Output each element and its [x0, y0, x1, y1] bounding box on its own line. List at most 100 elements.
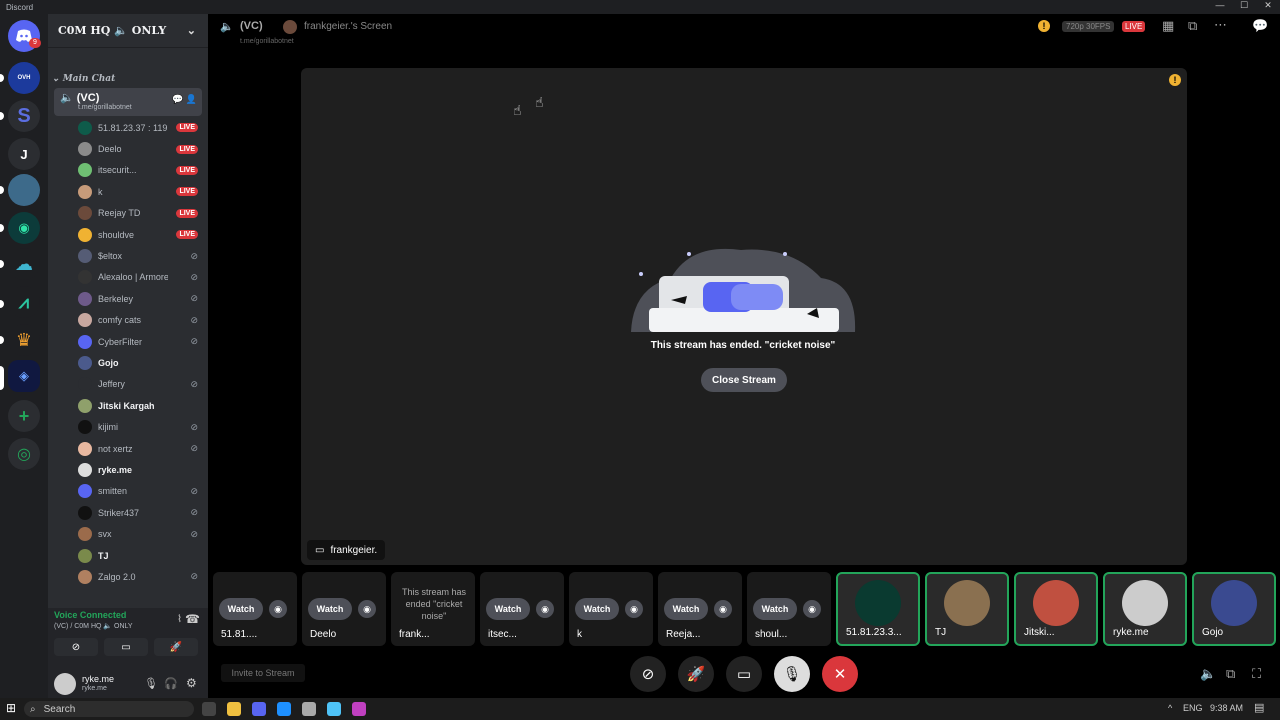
- stream-tile[interactable]: Watch ◉ 51.81....: [213, 572, 297, 646]
- voice-member[interactable]: $eltox ⊘: [48, 245, 208, 266]
- voice-member[interactable]: not xertz ⊘: [48, 438, 208, 459]
- stream-tile[interactable]: This stream has ended "cricket noise" fra…: [391, 572, 475, 646]
- popout-icon[interactable]: ⧉: [1226, 666, 1235, 682]
- start-icon[interactable]: ⊞: [6, 701, 16, 715]
- voice-member[interactable]: shouldve LIVE: [48, 224, 208, 245]
- camera-off-button[interactable]: ⊘: [54, 638, 98, 656]
- server-s-logo[interactable]: S: [8, 100, 40, 132]
- watch-button[interactable]: Watch: [219, 598, 263, 620]
- server-c0m-hq[interactable]: ◈: [8, 360, 40, 392]
- add-server-icon[interactable]: +: [8, 400, 40, 432]
- server-mask[interactable]: ◉: [8, 212, 40, 244]
- headphones-icon[interactable]: 🎧: [164, 677, 178, 690]
- preview-icon[interactable]: ◉: [358, 600, 376, 618]
- maximize-button[interactable]: ☐: [1232, 0, 1256, 11]
- mic-icon[interactable]: 🎙: [144, 677, 158, 690]
- warning-icon[interactable]: !: [1038, 20, 1050, 32]
- discover-icon[interactable]: ◎: [8, 438, 40, 470]
- preview-icon[interactable]: ◉: [269, 600, 287, 618]
- preview-icon[interactable]: ◉: [803, 600, 821, 618]
- taskbar-search[interactable]: ⌕ Search: [24, 701, 194, 717]
- grid-layout-icon[interactable]: ▦: [1162, 18, 1174, 34]
- task-view-icon[interactable]: [202, 702, 216, 716]
- notification-icon[interactable]: ▤: [1254, 701, 1264, 714]
- stream-tile[interactable]: Watch ◉ shoul...: [747, 572, 831, 646]
- clock[interactable]: 9:38 AM: [1210, 703, 1243, 713]
- voice-channel[interactable]: 🔈 (VC) t.me/gorillabotnet 💬 👤: [54, 88, 202, 116]
- voice-member[interactable]: Berkeley ⊘: [48, 288, 208, 309]
- chat-icon[interactable]: 💬 👤: [172, 94, 197, 105]
- gear-icon[interactable]: ⚙: [186, 676, 197, 690]
- chevron-up-icon[interactable]: ^: [1168, 703, 1172, 713]
- user-tile[interactable]: ryke.me: [1103, 572, 1187, 646]
- fullscreen-icon[interactable]: ⛶: [1252, 666, 1261, 682]
- activity-button[interactable]: 🚀: [154, 638, 198, 656]
- voice-member[interactable]: TJ: [48, 545, 208, 566]
- screen-share-button[interactable]: ▭: [726, 656, 762, 692]
- disconnect-icon[interactable]: ☎: [185, 612, 200, 626]
- voice-member[interactable]: ryke.me: [48, 459, 208, 480]
- server-globe[interactable]: [8, 174, 40, 206]
- voice-member[interactable]: 51.81.23.37 : 119... LIVE: [48, 117, 208, 138]
- voice-member[interactable]: CyberFilter ⊘: [48, 331, 208, 352]
- server-j[interactable]: J: [8, 138, 40, 170]
- server-wave[interactable]: ⩘: [8, 286, 40, 318]
- activity-button[interactable]: 🚀: [678, 656, 714, 692]
- stream-tile[interactable]: Watch ◉ itsec...: [480, 572, 564, 646]
- voice-member[interactable]: Striker437 ⊘: [48, 502, 208, 523]
- browser-icon[interactable]: [277, 702, 291, 716]
- app-flag-icon[interactable]: [352, 702, 366, 716]
- category-main-chat[interactable]: ⌄ Main Chat: [48, 74, 208, 84]
- voice-member[interactable]: Jeffery ⊘: [48, 374, 208, 395]
- noise-suppression-icon[interactable]: ⌇: [177, 614, 182, 625]
- avatar[interactable]: [54, 673, 76, 695]
- watch-button[interactable]: Watch: [575, 598, 619, 620]
- file-explorer-icon[interactable]: [227, 702, 241, 716]
- user-tile[interactable]: TJ: [925, 572, 1009, 646]
- voice-member[interactable]: comfy cats ⊘: [48, 310, 208, 331]
- preview-icon[interactable]: ◉: [714, 600, 732, 618]
- voice-member[interactable]: Gojo: [48, 352, 208, 373]
- leave-call-button[interactable]: ✕: [822, 656, 858, 692]
- language-indicator[interactable]: ENG: [1183, 703, 1203, 713]
- close-stream-button[interactable]: Close Stream: [701, 368, 787, 392]
- stream-tile[interactable]: Watch ◉ k: [569, 572, 653, 646]
- preview-icon[interactable]: ◉: [625, 600, 643, 618]
- notepad-icon[interactable]: [302, 702, 316, 716]
- server-cloud[interactable]: ☁: [8, 248, 40, 280]
- user-tile[interactable]: Jitski...: [1014, 572, 1098, 646]
- user-tile[interactable]: 51.81.23.3...: [836, 572, 920, 646]
- voice-member[interactable]: Reejay TD LIVE: [48, 203, 208, 224]
- invite-to-stream-button[interactable]: Invite to Stream: [221, 664, 305, 682]
- more-icon[interactable]: ⋯: [1214, 17, 1227, 33]
- watch-button[interactable]: Watch: [664, 598, 708, 620]
- chat-icon[interactable]: 💬: [1252, 18, 1268, 34]
- watch-button[interactable]: Watch: [308, 598, 352, 620]
- voice-member[interactable]: kijimi ⊘: [48, 416, 208, 437]
- voice-member[interactable]: itsecurit... LIVE: [48, 160, 208, 181]
- stream-tile[interactable]: Watch ◉ Reeja...: [658, 572, 742, 646]
- minimize-button[interactable]: —: [1208, 0, 1232, 11]
- preview-icon[interactable]: ◉: [536, 600, 554, 618]
- warning-icon[interactable]: !: [1169, 74, 1181, 86]
- volume-icon[interactable]: 🔈: [1200, 666, 1216, 682]
- stream-tile[interactable]: Watch ◉ Deelo: [302, 572, 386, 646]
- camera-off-button[interactable]: ⊘: [630, 656, 666, 692]
- mic-button[interactable]: 🎙: [774, 656, 810, 692]
- voice-member[interactable]: Zalgo 2.0 ⊘: [48, 566, 208, 587]
- discord-taskbar-icon[interactable]: [252, 702, 266, 716]
- voice-member[interactable]: smitten ⊘: [48, 481, 208, 502]
- watch-button[interactable]: Watch: [486, 598, 530, 620]
- voice-member[interactable]: Jitski Kargah: [48, 395, 208, 416]
- voice-member[interactable]: k LIVE: [48, 181, 208, 202]
- close-window-button[interactable]: ✕: [1256, 0, 1280, 11]
- user-tile[interactable]: Gojo: [1192, 572, 1276, 646]
- popout-icon[interactable]: ⧉: [1188, 18, 1197, 34]
- watch-button[interactable]: Watch: [753, 598, 797, 620]
- voice-member[interactable]: Alexaloo | Armored... ⊘: [48, 267, 208, 288]
- voice-member[interactable]: Deelo LIVE: [48, 138, 208, 159]
- server-crown[interactable]: ♛: [8, 324, 40, 356]
- screen-share-button[interactable]: ▭: [104, 638, 148, 656]
- app-icon[interactable]: [327, 702, 341, 716]
- server-header[interactable]: C0M HQ 🔈 ONLY ⌄: [48, 14, 208, 48]
